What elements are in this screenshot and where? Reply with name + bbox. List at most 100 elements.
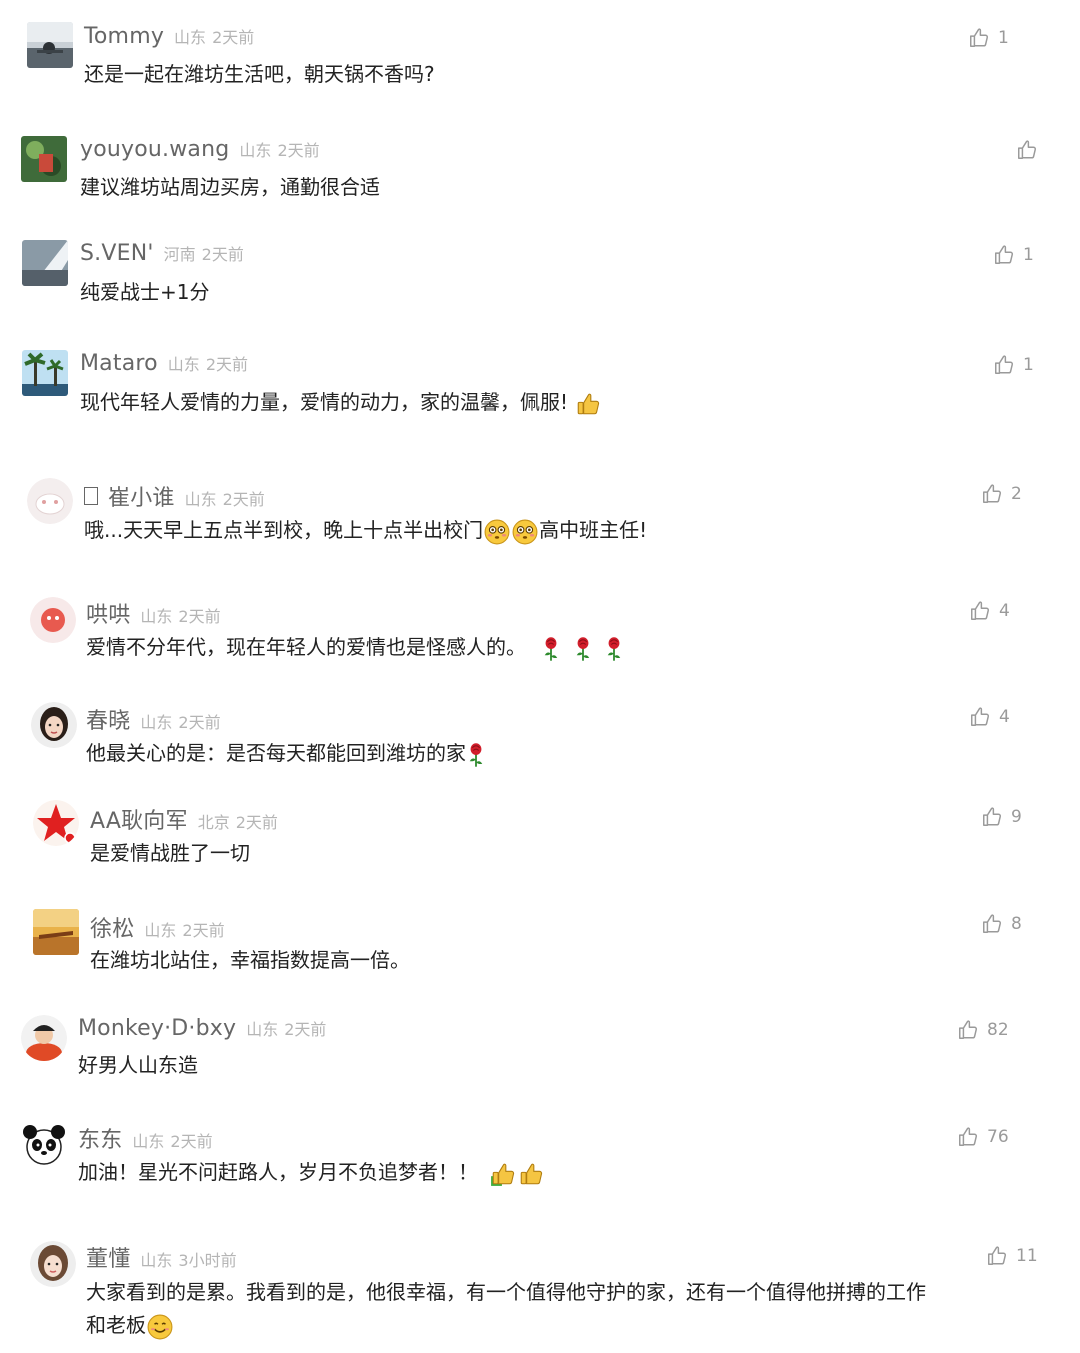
rose-emoji	[542, 636, 560, 662]
rose-emoji	[467, 742, 485, 768]
timestamp: 2天前	[222, 490, 265, 509]
username[interactable]: 崔小谁	[84, 480, 175, 512]
like-button[interactable]: 9	[981, 806, 1022, 828]
like-button[interactable]	[1016, 139, 1038, 161]
comment-text: 在潍坊北站住，幸福指数提高一倍。	[90, 948, 410, 972]
like-button[interactable]: 2	[981, 483, 1022, 505]
like-button[interactable]: 1	[993, 244, 1034, 266]
timestamp: 2天前	[284, 1020, 327, 1039]
comment-text-part: 哦...天天早上五点半到校，晚上十点半出校门	[84, 518, 484, 542]
username[interactable]: Tommy	[84, 24, 164, 49]
avatar[interactable]	[22, 350, 68, 396]
thumbs-up-outline-icon	[981, 806, 1003, 828]
timestamp: 2天前	[212, 28, 255, 47]
thumbs-up-outline-icon	[957, 1019, 979, 1041]
location-label: 山东	[132, 1132, 165, 1151]
comment-text: 哦...天天早上五点半到校，晚上十点半出校门 高中班主任!	[84, 514, 647, 547]
smiling-face-emoji	[147, 1314, 173, 1340]
like-button[interactable]: 11	[986, 1245, 1038, 1267]
comment-text-content: 他最关心的是：是否每天都能回到潍坊的家	[86, 741, 466, 765]
like-count: 8	[1011, 914, 1022, 934]
username[interactable]: 哄哄	[86, 597, 130, 629]
timestamp: 2天前	[235, 813, 278, 832]
timestamp: 2天前	[205, 355, 248, 374]
like-count: 2	[1011, 484, 1022, 504]
rose-emoji	[605, 636, 623, 662]
location-label: 山东	[167, 355, 200, 374]
like-count: 1	[1023, 245, 1034, 265]
placeholder-glyph	[84, 487, 98, 505]
flushed-face-emoji	[512, 519, 538, 545]
comment-text: 加油！星光不问赶路人，岁月不负追梦者！！	[78, 1156, 545, 1189]
comment-text: 他最关心的是：是否每天都能回到潍坊的家	[86, 737, 486, 770]
like-count: 82	[987, 1020, 1009, 1040]
timestamp: 2天前	[201, 245, 244, 264]
rose-emoji	[574, 636, 592, 662]
avatar[interactable]	[27, 22, 73, 68]
username[interactable]: S.VEN'	[80, 241, 154, 266]
comment-text-line: 大家看到的是累。我看到的是，他很幸福，有一个值得他守护的家，还有一个值得他拼搏的…	[86, 1280, 926, 1304]
comment-text: 还是一起在潍坊生活吧，朝天锅不香吗?	[84, 62, 435, 86]
thumbs-up-outline-icon	[986, 1245, 1008, 1267]
timestamp: 2天前	[178, 607, 221, 626]
avatar[interactable]	[33, 800, 79, 846]
location-label: 河南	[163, 245, 196, 264]
thumbs-up-emoji	[575, 391, 601, 417]
thumbs-up-emoji	[518, 1161, 544, 1187]
timestamp: 3小时前	[178, 1251, 237, 1270]
like-count: 4	[999, 707, 1010, 727]
comment-text-content: 爱情不分年代，现在年轻人的爱情也是怪感人的。	[86, 635, 526, 659]
like-button[interactable]: 1	[993, 354, 1034, 376]
like-count: 1	[998, 28, 1009, 48]
comment-text-part: 高中班主任!	[539, 518, 648, 542]
location-label: 北京	[197, 813, 230, 832]
like-button[interactable]: 1	[968, 27, 1009, 49]
thumbs-up-outline-icon	[969, 706, 991, 728]
thumbs-up-emoji	[490, 1161, 516, 1187]
like-button[interactable]: 8	[981, 913, 1022, 935]
comment-text: 大家看到的是累。我看到的是，他很幸福，有一个值得他守护的家，还有一个值得他拼搏的…	[86, 1276, 926, 1342]
avatar[interactable]	[22, 240, 68, 286]
avatar[interactable]	[31, 702, 77, 748]
username[interactable]: 东东	[78, 1122, 122, 1154]
timestamp: 2天前	[182, 921, 225, 940]
location-label: 山东	[174, 28, 207, 47]
thumbs-up-outline-icon	[993, 354, 1015, 376]
timestamp: 2天前	[277, 141, 320, 160]
comment-text: 现代年轻人爱情的力量，爱情的动力，家的温馨，佩服!	[80, 386, 602, 419]
comment-text: 好男人山东造	[78, 1053, 198, 1077]
username[interactable]: Mataro	[80, 351, 158, 376]
thumbs-up-outline-icon	[981, 913, 1003, 935]
comment-text-part: 和老板	[86, 1313, 146, 1337]
username[interactable]: youyou.wang	[80, 137, 229, 162]
username[interactable]: 徐松	[90, 911, 134, 943]
timestamp: 2天前	[178, 713, 221, 732]
avatar[interactable]	[21, 136, 67, 182]
username[interactable]: 董懂	[86, 1241, 130, 1273]
comment-text: 爱情不分年代，现在年轻人的爱情也是怪感人的。	[86, 631, 624, 664]
username[interactable]: 春晓	[86, 703, 130, 735]
timestamp: 2天前	[170, 1132, 213, 1151]
thumbs-up-outline-icon	[968, 27, 990, 49]
avatar[interactable]	[21, 1015, 67, 1061]
avatar[interactable]	[33, 909, 79, 955]
comment-text: 建议潍坊站周边买房，通勤很合适	[80, 175, 380, 199]
like-button[interactable]: 4	[969, 600, 1010, 622]
username[interactable]: AA耿向军	[90, 803, 188, 835]
avatar[interactable]	[21, 1121, 67, 1167]
username[interactable]: Monkey·D·bxy	[78, 1016, 236, 1041]
thumbs-up-outline-icon	[993, 244, 1015, 266]
like-button[interactable]: 4	[969, 706, 1010, 728]
avatar[interactable]	[30, 597, 76, 643]
thumbs-up-outline-icon	[1016, 139, 1038, 161]
like-count: 11	[1016, 1246, 1038, 1266]
flushed-face-emoji	[484, 519, 510, 545]
thumbs-up-outline-icon	[957, 1126, 979, 1148]
like-button[interactable]: 82	[957, 1019, 1009, 1041]
avatar[interactable]	[30, 1241, 76, 1287]
avatar[interactable]	[27, 478, 73, 524]
location-label: 山东	[144, 921, 177, 940]
like-count: 9	[1011, 807, 1022, 827]
like-button[interactable]: 76	[957, 1126, 1009, 1148]
thumbs-up-outline-icon	[969, 600, 991, 622]
